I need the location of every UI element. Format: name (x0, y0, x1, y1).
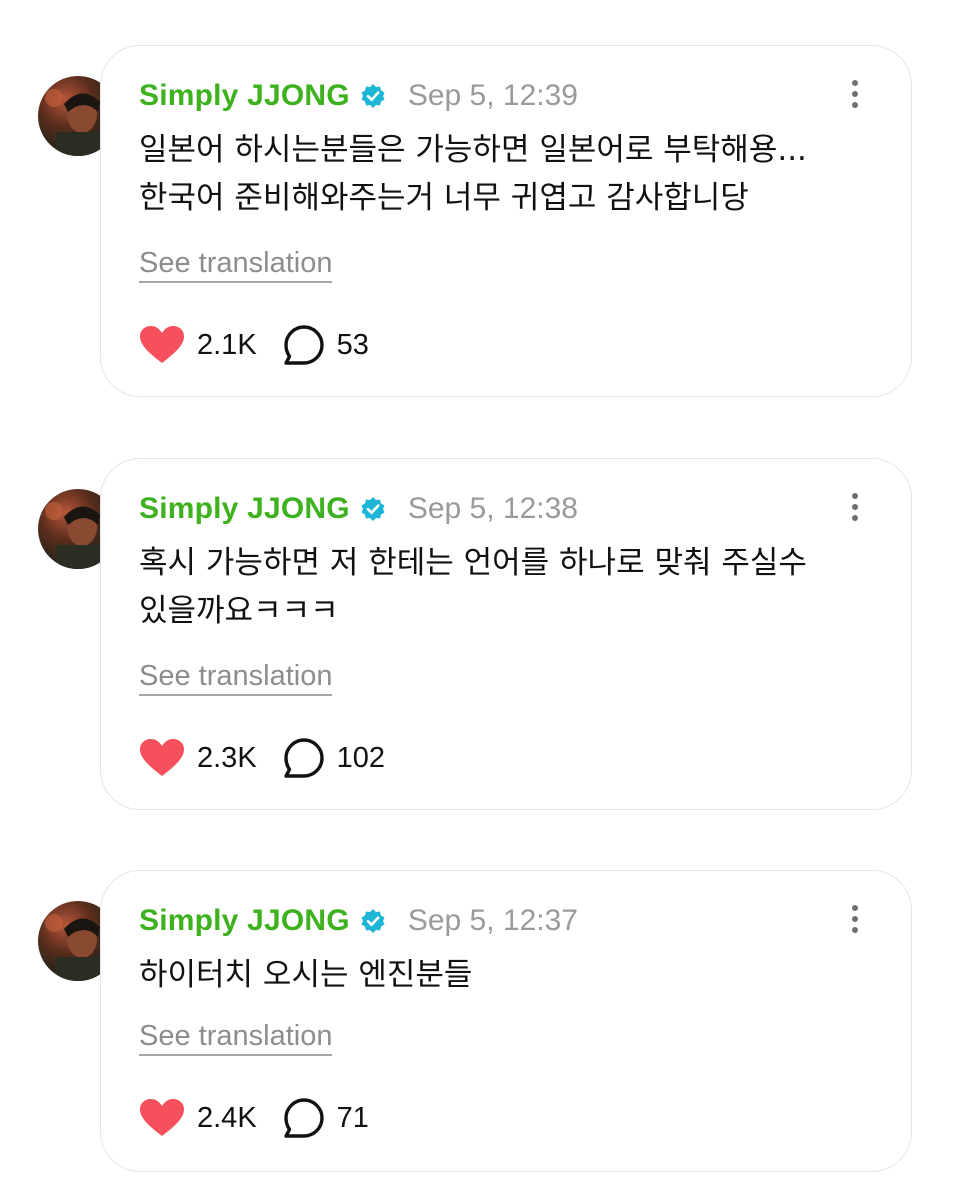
comment-post: Simply JJONG Sep 5, 12:39 일본어 하시는분들은 가능하… (0, 45, 954, 400)
see-translation-link[interactable]: See translation (139, 659, 333, 696)
comment-text-line: 혹시 가능하면 저 한테는 언어를 하나로 맞춰 주실수 (139, 545, 807, 581)
timestamp: Sep 5, 12:38 (407, 492, 578, 525)
heart-icon[interactable] (139, 1098, 185, 1138)
timestamp: Sep 5, 12:39 (407, 79, 578, 112)
more-options-icon[interactable] (849, 905, 861, 937)
more-options-icon[interactable] (849, 493, 861, 525)
comment-text-line: 한국어 준비해와주는거 너무 귀엽고 감사합니당 (139, 180, 749, 216)
author-name[interactable]: Simply JJONG (139, 492, 350, 526)
heart-icon[interactable] (139, 738, 185, 778)
post-actions: 2.1K 53 (139, 323, 369, 367)
verified-badge-icon (360, 908, 386, 934)
comment-text: 혹시 가능하면 저 한테는 언어를 하나로 맞춰 주실수 있을까요ㅋㅋㅋ (139, 539, 899, 635)
comment-bubble: Simply JJONG Sep 5, 12:37 하이터치 오시는 엔진분들 … (100, 870, 912, 1172)
comment-text: 하이터치 오시는 엔진분들 (139, 951, 899, 999)
like-count: 2.1K (197, 328, 257, 361)
comment-bubble-icon[interactable] (283, 1097, 325, 1139)
comment-bubble: Simply JJONG Sep 5, 12:39 일본어 하시는분들은 가능하… (100, 45, 912, 397)
post-actions: 2.3K 102 (139, 736, 385, 780)
comment-post: Simply JJONG Sep 5, 12:38 혹시 가능하면 저 한테는 … (0, 458, 954, 813)
timestamp: Sep 5, 12:37 (407, 904, 578, 937)
heart-icon[interactable] (139, 325, 185, 365)
comment-text-line: 있을까요ㅋㅋㅋ (139, 593, 339, 629)
comment-bubble-icon[interactable] (283, 737, 325, 779)
author-name[interactable]: Simply JJONG (139, 79, 350, 113)
author-name[interactable]: Simply JJONG (139, 904, 350, 938)
see-translation-link[interactable]: See translation (139, 246, 333, 283)
verified-badge-icon (360, 496, 386, 522)
see-translation-link[interactable]: See translation (139, 1019, 333, 1056)
comment-bubble-icon[interactable] (283, 324, 325, 366)
comment-text-line: 하이터치 오시는 엔진분들 (139, 957, 473, 993)
verified-badge-icon (360, 83, 386, 109)
comment-post: Simply JJONG Sep 5, 12:37 하이터치 오시는 엔진분들 … (0, 870, 954, 1175)
comment-text-line: 일본어 하시는분들은 가능하면 일본어로 부탁해용... (139, 132, 807, 168)
post-header: Simply JJONG Sep 5, 12:39 (139, 78, 578, 114)
more-options-icon[interactable] (849, 80, 861, 112)
like-count: 2.3K (197, 741, 257, 774)
comment-count: 102 (336, 741, 386, 774)
like-count: 2.4K (197, 1101, 257, 1134)
comment-bubble: Simply JJONG Sep 5, 12:38 혹시 가능하면 저 한테는 … (100, 458, 912, 810)
comment-text: 일본어 하시는분들은 가능하면 일본어로 부탁해용... 한국어 준비해와주는거… (139, 126, 899, 222)
comment-count: 53 (336, 328, 369, 361)
post-header: Simply JJONG Sep 5, 12:37 (139, 903, 578, 939)
post-actions: 2.4K 71 (139, 1096, 369, 1140)
post-header: Simply JJONG Sep 5, 12:38 (139, 491, 578, 527)
comment-count: 71 (336, 1101, 369, 1134)
